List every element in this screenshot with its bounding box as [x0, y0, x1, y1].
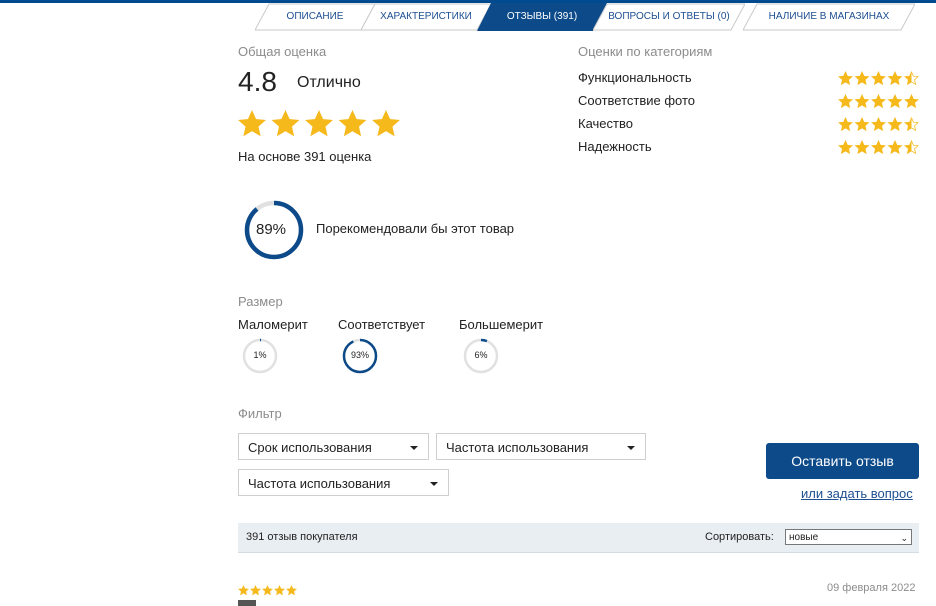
star-icon — [305, 110, 333, 137]
caret-down-icon — [627, 446, 635, 450]
star-icon — [854, 94, 870, 109]
category-stars — [838, 71, 919, 89]
star-icon — [854, 140, 870, 155]
star-icon — [250, 585, 261, 596]
ask-question-link[interactable]: или задать вопрос — [801, 486, 913, 501]
category-row: Соответствие фото — [578, 93, 923, 111]
select-value: Частота использования — [446, 440, 589, 455]
filter-heading: Фильтр — [238, 406, 282, 421]
category-label: Функциональность — [578, 70, 692, 85]
category-row: Надежность — [578, 139, 923, 157]
overall-score: 4.8 — [238, 66, 277, 97]
size-percent: 1% — [253, 350, 267, 360]
star-icon — [871, 117, 886, 132]
leave-review-button[interactable]: Оставить отзыв — [766, 443, 919, 479]
size-option-label: Соответствует — [338, 317, 426, 332]
categories-heading: Оценки по категориям — [578, 44, 713, 59]
sort-select[interactable]: новые ⌄ — [785, 529, 912, 545]
product-tabs: Описание Характеристики Отзывы (391) Воп… — [255, 3, 925, 31]
star-icon — [871, 94, 886, 109]
size-percent: 93% — [350, 350, 369, 360]
star-icon — [887, 94, 903, 109]
size-heading: Размер — [238, 294, 283, 309]
star-icon — [854, 71, 870, 86]
review-stars — [238, 583, 297, 601]
star-icon — [887, 140, 903, 155]
tab-questions[interactable]: Вопросы и ответы (0) — [593, 3, 745, 31]
star-icon — [904, 140, 919, 155]
filter-usage-frequency-select[interactable]: Частота использования — [436, 433, 646, 460]
filter-usage-frequency-select-2[interactable]: Частота использования — [238, 469, 449, 496]
review-title-fragment — [238, 600, 256, 606]
size-option-label: Большемерит — [459, 317, 544, 332]
tab-stores[interactable]: Наличие в магазинах — [743, 3, 915, 31]
tab-description[interactable]: Описание — [255, 3, 375, 31]
category-row: Качество — [578, 116, 923, 134]
star-icon — [838, 117, 853, 132]
reviews-toolbar: 391 отзыв покупателя Сортировать: новые … — [238, 523, 919, 553]
star-icon — [871, 140, 886, 155]
category-stars — [838, 94, 919, 112]
overall-word: Отлично — [297, 74, 361, 91]
star-icon — [238, 585, 249, 596]
category-label: Надежность — [578, 139, 652, 154]
star-icon — [372, 110, 400, 137]
select-value: Частота использования — [248, 476, 391, 491]
category-stars — [838, 117, 919, 135]
category-label: Соответствие фото — [578, 93, 696, 108]
size-percent: 6% — [474, 350, 488, 360]
star-icon — [887, 117, 903, 132]
overall-heading: Общая оценка — [238, 44, 327, 59]
star-icon — [871, 71, 886, 86]
recommend-percent: 89% — [256, 221, 287, 238]
tab-reviews[interactable]: Отзывы (391) — [477, 3, 607, 31]
star-icon — [838, 71, 853, 86]
tab-characteristics[interactable]: Характеристики — [361, 3, 491, 31]
star-icon — [274, 585, 285, 596]
sort-value: новые — [789, 532, 819, 543]
category-label: Качество — [578, 116, 633, 131]
select-value: Срок использования — [248, 440, 372, 455]
star-icon — [262, 585, 273, 596]
star-icon — [838, 140, 853, 155]
caret-down-icon — [410, 446, 418, 450]
category-stars — [838, 140, 919, 158]
based-on-text: На основе 391 оценка — [238, 149, 372, 164]
category-row: Функциональность — [578, 70, 923, 88]
chevron-down-icon: ⌄ — [900, 533, 908, 543]
star-icon — [904, 71, 919, 86]
star-icon — [338, 110, 367, 137]
caret-down-icon — [430, 482, 438, 486]
size-option-label: Маломерит — [238, 317, 308, 332]
star-icon — [286, 585, 297, 596]
recommend-text: Порекомендовали бы этот товар — [316, 221, 515, 236]
star-icon — [904, 117, 919, 132]
reviews-count: 391 отзыв покупателя — [246, 531, 358, 543]
overall-stars — [238, 110, 400, 143]
star-icon — [854, 117, 870, 132]
star-icon — [904, 94, 919, 109]
sort-label: Сортировать: — [705, 531, 774, 543]
filter-usage-period-select[interactable]: Срок использования — [238, 433, 429, 460]
star-icon — [838, 94, 853, 109]
review-date: 09 февраля 2022 — [827, 582, 916, 594]
star-icon — [887, 71, 903, 86]
star-icon — [271, 110, 300, 137]
star-icon — [238, 110, 266, 137]
